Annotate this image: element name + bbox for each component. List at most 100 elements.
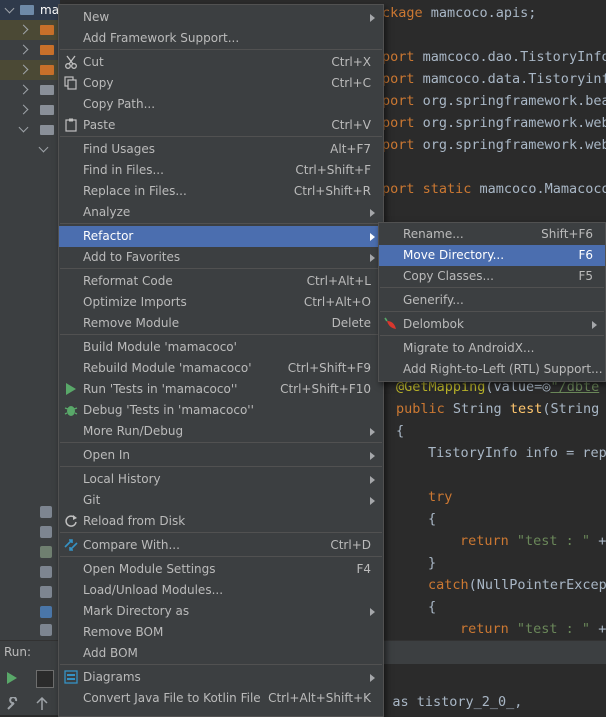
tree-root-label: ma [40,3,60,17]
wrench-icon[interactable] [6,697,20,711]
menu-item-build-module-mamacoco[interactable]: Build Module 'mamacoco' [59,337,383,358]
menu-item-label: Remove Module [83,316,180,330]
tree-item[interactable] [0,20,60,40]
file-icon[interactable] [40,506,52,518]
menu-separator [60,664,382,665]
menu-item-cut[interactable]: Cut Ctrl+X [59,52,383,73]
submenu-arrow-icon [370,497,375,505]
console-tab-icon[interactable] [36,670,54,688]
menu-item-label: Open Module Settings [83,562,216,576]
refactor-item-delombok[interactable]: Delombok [379,314,605,335]
menu-item-refactor[interactable]: Refactor [59,226,383,247]
menu-item-shortcut: Delete [331,316,371,330]
chevron-right-icon[interactable] [18,44,29,55]
reload-icon [64,514,78,528]
tree-item[interactable] [0,120,60,140]
menu-item-remove-module[interactable]: Remove Module Delete [59,313,383,334]
tree-item[interactable] [0,80,60,100]
menu-item-mark-directory-as[interactable]: Mark Directory as [59,601,383,622]
menu-item-compare-with[interactable]: Compare With... Ctrl+D [59,535,383,556]
menu-item-rebuild-module-mamacoco[interactable]: Rebuild Module 'mamacoco' Ctrl+Shift+F9 [59,358,383,379]
menu-separator [60,442,382,443]
menu-item-optimize-imports[interactable]: Optimize Imports Ctrl+Alt+O [59,292,383,313]
menu-item-copy-path[interactable]: Copy Path... [59,94,383,115]
menu-item-git[interactable]: Git [59,490,383,511]
menu-item-shortcut: Ctrl+Alt+L [306,274,371,288]
menu-item-find-in-files[interactable]: Find in Files... Ctrl+Shift+F [59,160,383,181]
menu-item-label: Rebuild Module 'mamacoco' [83,361,252,375]
refactor-item-rename[interactable]: Rename... Shift+F6 [379,224,605,245]
file-icon[interactable] [40,624,52,636]
menu-item-label: Build Module 'mamacoco' [83,340,237,354]
refactor-item-move-directory[interactable]: Move Directory... F6 [379,245,605,266]
tree-item[interactable] [0,40,60,60]
chevron-right-icon[interactable] [18,84,29,95]
chevron-right-icon[interactable] [18,64,29,75]
code-line: port mamcoco.data.Tistoryinf [382,71,606,87]
menu-item-reload-from-disk[interactable]: Reload from Disk [59,511,383,532]
chevron-down-icon[interactable] [4,3,15,14]
chevron-down-icon[interactable] [18,122,29,133]
folder-icon [40,45,54,55]
chevron-down-icon[interactable] [38,142,49,153]
menu-item-open-module-settings[interactable]: Open Module Settings F4 [59,559,383,580]
menu-item-run-tests-in-mamacoco[interactable]: Run 'Tests in 'mamacoco'' Ctrl+Shift+F10 [59,379,383,400]
menu-item-copy[interactable]: Copy Ctrl+C [59,73,383,94]
refactor-item-copy-classes[interactable]: Copy Classes... F5 [379,266,605,287]
menu-item-label: Delombok [403,317,464,331]
run-label: Run: [4,645,32,659]
code-line: port org.springframework.bean [382,93,606,109]
code-line: TistoryInfo info = repo [428,445,606,461]
menu-item-reformat-code[interactable]: Reformat Code Ctrl+Alt+L [59,271,383,292]
menu-item-open-in[interactable]: Open In [59,445,383,466]
chevron-right-icon[interactable] [18,24,29,35]
submenu-arrow-icon [370,476,375,484]
menu-item-shortcut: Ctrl+Shift+F [295,163,371,177]
menu-item-label: Paste [83,118,116,132]
refactor-item-add-right-to-left-rtl-support[interactable]: Add Right-to-Left (RTL) Support... [379,359,605,380]
menu-item-label: Diagrams [83,670,141,684]
refactor-item-migrate-to-androidx[interactable]: Migrate to AndroidX... [379,338,605,359]
refactor-item-generify[interactable]: Generify... [379,290,605,311]
menu-item-label: Replace in Files... [83,184,187,198]
file-icon[interactable] [40,566,52,578]
tree-root-row[interactable]: ma [0,0,60,20]
menu-item-load-unload-modules[interactable]: Load/Unload Modules... [59,580,383,601]
menu-item-add-framework-support[interactable]: Add Framework Support... [59,28,383,49]
menu-item-remove-bom[interactable]: Remove BOM [59,622,383,643]
menu-item-label: Find Usages [83,142,156,156]
menu-item-label: Convert Java File to Kotlin File [83,691,261,705]
menu-separator [60,556,382,557]
menu-item-label: Reload from Disk [83,514,186,528]
tree-item[interactable] [0,60,60,80]
file-icon[interactable] [40,526,52,538]
menu-item-find-usages[interactable]: Find Usages Alt+F7 [59,139,383,160]
menu-item-paste[interactable]: Paste Ctrl+V [59,115,383,136]
menu-item-label: More Run/Debug [83,424,184,438]
menu-item-label: Reformat Code [83,274,173,288]
menu-separator [60,532,382,533]
menu-item-label: Migrate to AndroidX... [403,341,535,355]
menu-item-more-run-debug[interactable]: More Run/Debug [59,421,383,442]
run-icon[interactable] [6,672,18,684]
menu-item-add-to-favorites[interactable]: Add to Favorites [59,247,383,268]
tree-item[interactable] [0,100,60,120]
run-icon [64,382,78,396]
context-menu: New Add Framework Support... Cut Ctrl+X Copy… [58,4,384,717]
arrow-up-icon[interactable] [36,697,48,711]
file-icon[interactable] [40,546,52,558]
file-icon[interactable] [40,586,52,598]
submenu-arrow-icon [370,14,375,22]
menu-item-analyze[interactable]: Analyze [59,202,383,223]
menu-item-local-history[interactable]: Local History [59,469,383,490]
menu-item-add-bom[interactable]: Add BOM [59,643,383,664]
code-line: { [396,423,405,439]
chevron-right-icon[interactable] [18,104,29,115]
menu-item-new[interactable]: New [59,7,383,28]
menu-item-convert-java-file-to-kotlin-file[interactable]: Convert Java File to Kotlin File Ctrl+Alt… [59,688,383,709]
file-icon[interactable] [40,606,52,618]
menu-item-diagrams[interactable]: Diagrams [59,667,383,688]
tree-item[interactable] [0,140,60,160]
menu-item-debug-tests-in-mamacoco[interactable]: Debug 'Tests in 'mamacoco'' [59,400,383,421]
menu-item-replace-in-files[interactable]: Replace in Files... Ctrl+Shift+R [59,181,383,202]
